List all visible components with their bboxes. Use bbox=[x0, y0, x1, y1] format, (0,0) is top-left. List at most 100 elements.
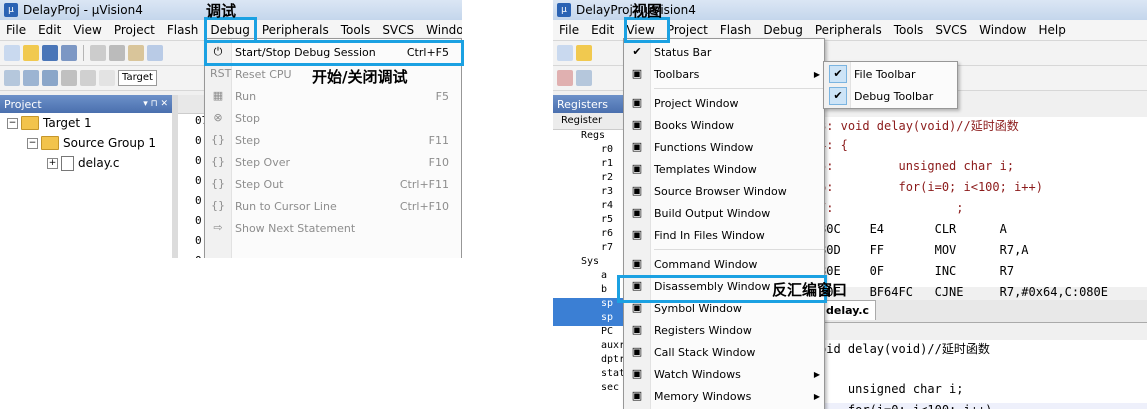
tab-delay-c[interactable]: delay.c bbox=[819, 300, 877, 320]
run-icon[interactable] bbox=[576, 70, 592, 86]
target-select[interactable]: Target bbox=[118, 70, 157, 86]
menu-item-step-over[interactable]: {} Step Over F10 bbox=[205, 151, 461, 173]
build-icon[interactable] bbox=[23, 70, 39, 86]
menu-item-label: Source Browser Window bbox=[654, 184, 787, 198]
menu-item-label: Stop bbox=[235, 111, 261, 125]
collapse-icon[interactable]: − bbox=[7, 117, 18, 129]
rebuild-icon[interactable] bbox=[42, 70, 58, 86]
translate-icon[interactable] bbox=[4, 70, 20, 86]
menu-separator bbox=[654, 249, 824, 250]
menu-item-step[interactable]: {} Step F11 bbox=[205, 129, 461, 151]
menu-item-find-in-files-window[interactable]: ▣ Find In Files Window bbox=[624, 224, 824, 246]
menu-peripherals[interactable]: Peripherals bbox=[809, 23, 888, 37]
command-window-icon: ▣ bbox=[631, 257, 643, 270]
batch-build-icon[interactable] bbox=[61, 70, 77, 86]
annotation-disassembly: 反汇编窗口 bbox=[772, 281, 848, 299]
paste-icon[interactable] bbox=[128, 45, 144, 61]
menu-help[interactable]: Help bbox=[1032, 23, 1071, 37]
menu-item-label: Status Bar bbox=[654, 45, 712, 59]
register-row: r5 bbox=[601, 214, 614, 225]
menu-flash[interactable]: Flash bbox=[714, 23, 757, 37]
menu-debug[interactable]: Debug bbox=[757, 23, 808, 37]
register-row: stat bbox=[601, 368, 626, 379]
register-row: dptr bbox=[601, 354, 626, 365]
menu-file[interactable]: File bbox=[0, 23, 32, 37]
undo-icon[interactable] bbox=[147, 45, 163, 61]
menu-item-functions-window[interactable]: ▣ Functions Window bbox=[624, 136, 824, 158]
menu-item-project-window[interactable]: ▣ Project Window bbox=[624, 92, 824, 114]
menu-file[interactable]: File bbox=[553, 23, 585, 37]
step-icon: {} bbox=[211, 133, 225, 146]
collapse-icon[interactable]: − bbox=[27, 137, 38, 149]
menu-item-step-out[interactable]: {} Step Out Ctrl+F11 bbox=[205, 173, 461, 195]
pane-controls[interactable]: ▾ ⊓ ✕ bbox=[143, 99, 168, 109]
copy-icon[interactable] bbox=[109, 45, 125, 61]
run-icon: ▦ bbox=[212, 89, 224, 102]
register-row: r6 bbox=[601, 228, 614, 239]
menu-item-run-to-cursor-line[interactable]: {} Run to Cursor Line Ctrl+F10 bbox=[205, 195, 461, 217]
menu-item-label: Find In Files Window bbox=[654, 228, 765, 242]
disassembly-line: 4: { bbox=[819, 138, 848, 152]
menu-item-debug-toolbar[interactable]: ✔ Debug Toolbar bbox=[824, 85, 957, 107]
save-all-icon[interactable] bbox=[61, 45, 77, 61]
menu-item-label: Build Output Window bbox=[654, 206, 771, 220]
menu-item-file-toolbar[interactable]: ✔ File Toolbar bbox=[824, 63, 957, 85]
menu-tools[interactable]: Tools bbox=[888, 23, 930, 37]
menu-edit[interactable]: Edit bbox=[585, 23, 620, 37]
menu-svcs[interactable]: SVCS bbox=[929, 23, 973, 37]
tree-target[interactable]: − Target 1 bbox=[0, 113, 172, 133]
load-icon[interactable] bbox=[99, 70, 115, 86]
menu-item-show-next-statement[interactable]: ⇨ Show Next Statement bbox=[205, 217, 461, 239]
register-row: sp bbox=[553, 298, 623, 312]
view-menu: ✔ Status Bar ▣ Toolbars ▶ ▣ Project Window ▣ Boo… bbox=[623, 38, 825, 409]
menu-item-registers-window[interactable]: ▣ Registers Window bbox=[624, 319, 824, 341]
menu-flash[interactable]: Flash bbox=[161, 23, 204, 37]
toolbars-icon: ▣ bbox=[631, 67, 643, 80]
new-file-icon[interactable] bbox=[4, 45, 20, 61]
menu-item-label: Command Window bbox=[654, 257, 758, 271]
menu-item-toolbars[interactable]: ▣ Toolbars ▶ bbox=[624, 63, 824, 85]
tree-file[interactable]: + delay.c bbox=[0, 153, 172, 173]
menu-item-label: Memory Windows bbox=[654, 389, 752, 403]
menu-item-label: Watch Windows bbox=[654, 367, 741, 381]
tree-file-label: delay.c bbox=[78, 156, 120, 170]
checkmark-icon: ✔ bbox=[632, 45, 642, 58]
menu-item-stop[interactable]: ⊗ Stop bbox=[205, 107, 461, 129]
menu-project[interactable]: Project bbox=[108, 23, 161, 37]
menu-item-source-browser-window[interactable]: ▣ Source Browser Window bbox=[624, 180, 824, 202]
open-folder-icon[interactable] bbox=[576, 45, 592, 61]
open-folder-icon[interactable] bbox=[23, 45, 39, 61]
menu-edit[interactable]: Edit bbox=[32, 23, 67, 37]
cut-icon[interactable] bbox=[90, 45, 106, 61]
register-row: r4 bbox=[601, 200, 614, 211]
menu-item-memory-windows[interactable]: ▣ Memory Windows ▶ bbox=[624, 385, 824, 407]
save-icon[interactable] bbox=[42, 45, 58, 61]
tree-group[interactable]: − Source Group 1 bbox=[0, 133, 172, 153]
menu-item-build-output-window[interactable]: ▣ Build Output Window bbox=[624, 202, 824, 224]
menu-peripherals[interactable]: Peripherals bbox=[256, 23, 335, 37]
menu-item-label: Step Over bbox=[235, 155, 290, 169]
new-file-icon[interactable] bbox=[557, 45, 573, 61]
menu-item-call-stack-window[interactable]: ▣ Call Stack Window bbox=[624, 341, 824, 363]
run-to-cursor-line-icon: {} bbox=[211, 199, 225, 212]
menu-item-books-window[interactable]: ▣ Books Window bbox=[624, 114, 824, 136]
menu-item-watch-windows[interactable]: ▣ Watch Windows ▶ bbox=[624, 363, 824, 385]
menu-item-templates-window[interactable]: ▣ Templates Window bbox=[624, 158, 824, 180]
registers-window-icon: ▣ bbox=[631, 323, 643, 336]
menu-window[interactable]: Window bbox=[973, 23, 1032, 37]
reset-icon[interactable] bbox=[557, 70, 573, 86]
stop-build-icon[interactable] bbox=[80, 70, 96, 86]
step-out-icon: {} bbox=[211, 177, 225, 190]
step-over-icon: {} bbox=[211, 155, 225, 168]
menu-tools[interactable]: Tools bbox=[335, 23, 377, 37]
register-row: PC bbox=[601, 326, 614, 337]
expand-icon[interactable]: + bbox=[47, 157, 58, 169]
menu-item-run[interactable]: ▦ Run F5 bbox=[205, 85, 461, 107]
menu-item-status-bar[interactable]: ✔ Status Bar bbox=[624, 41, 824, 63]
menu-item-label: Templates Window bbox=[654, 162, 757, 176]
menu-window[interactable]: Window bbox=[420, 23, 462, 37]
menu-item-command-window[interactable]: ▣ Command Window bbox=[624, 253, 824, 275]
menu-item-shortcut: F11 bbox=[428, 133, 449, 147]
menu-view[interactable]: View bbox=[67, 23, 107, 37]
menu-svcs[interactable]: SVCS bbox=[376, 23, 420, 37]
